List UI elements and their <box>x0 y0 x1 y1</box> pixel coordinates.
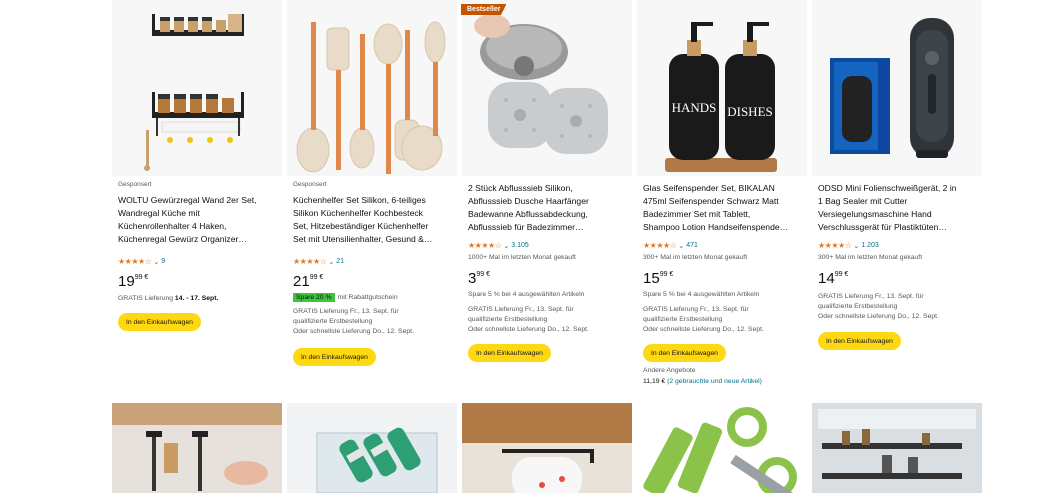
rating-count: 21 <box>336 258 345 265</box>
delivery-info: GRATIS Lieferung Fr., 13. Sept. für qual… <box>818 293 939 320</box>
product-image[interactable] <box>462 0 632 176</box>
product-title[interactable]: WOLTU Gewürzregal Wand 2er Set, Wandrega… <box>118 194 278 246</box>
star-rating-icon: ★★★★☆ <box>643 241 677 250</box>
save-offer[interactable]: Spare 5 % bei 4 ausgewählten Artikeln <box>643 290 805 300</box>
star-rating-icon: ★★★★☆ <box>468 241 502 250</box>
rating-count: 1.203 <box>861 242 879 249</box>
product-title[interactable]: Küchenhelfer Set Silikon, 6-teiliges Sil… <box>293 194 453 246</box>
product-card[interactable]: HANDS DISHES Glas Seifenspender Set, BIK… <box>637 0 807 400</box>
purchase-count: 1000+ Mal im letzten Monat gekauft <box>468 254 576 261</box>
rating-count: 9 <box>161 258 166 265</box>
sponsored-label[interactable]: Gesponsert <box>293 181 327 188</box>
star-rating-icon: ★★★★☆ <box>293 257 327 266</box>
star-rating-icon: ★★★★☆ <box>818 241 852 250</box>
price[interactable]: 1999 € <box>118 273 148 290</box>
rating[interactable]: ★★★★☆ ⌄ 21 <box>293 257 344 266</box>
product-card[interactable]: Bestseller 2 Stück Abflusssieb Silikon, <box>461 0 632 400</box>
product-image[interactable] <box>812 403 982 493</box>
coupon-badge: Spare 20 % <box>293 293 335 302</box>
product-image[interactable] <box>287 0 457 176</box>
coupon-text: mit Rabattgutschein <box>337 294 398 301</box>
price[interactable]: 399 € <box>468 270 490 287</box>
product-title[interactable]: ODSD Mini Folienschweißgerät, 2 in 1 Bag… <box>818 182 978 234</box>
save-offer[interactable]: Spare 5 % bei 4 ausgewählten Artikeln <box>468 290 630 300</box>
rating[interactable]: ★★★★☆ ⌄ 471 <box>643 241 698 250</box>
rating-count: 3.105 <box>511 242 529 249</box>
chevron-down-icon: ⌄ <box>503 242 510 250</box>
product-image[interactable] <box>112 403 282 493</box>
other-offers-label: Andere Angebote <box>643 367 696 374</box>
chevron-down-icon: ⌄ <box>853 242 860 250</box>
chevron-down-icon: ⌄ <box>678 242 685 250</box>
price[interactable]: 2199 € <box>293 273 323 290</box>
add-to-cart-button[interactable]: In den Einkaufswagen <box>643 344 726 362</box>
product-title[interactable]: 2 Stück Abflusssieb Silikon, Abflusssieb… <box>468 182 628 234</box>
star-rating-icon: ★★★★☆ <box>118 257 152 266</box>
product-card[interactable]: Gesponsert WOLTU Gewürzregal Wand 2er Se… <box>112 0 282 400</box>
price[interactable]: 1499 € <box>818 270 848 287</box>
sponsored-label[interactable]: Gesponsert <box>118 181 152 188</box>
purchase-count: 300+ Mal im letzten Monat gekauft <box>643 254 748 261</box>
delivery-info: GRATIS Lieferung Fr., 13. Sept. für qual… <box>468 306 589 333</box>
rating[interactable]: ★★★★☆ ⌄ 9 <box>118 257 165 266</box>
add-to-cart-button[interactable]: In den Einkaufswagen <box>293 348 376 366</box>
product-image[interactable] <box>112 0 282 176</box>
product-card[interactable]: ODSD Mini Folienschweißgerät, 2 in 1 Bag… <box>812 0 982 400</box>
price[interactable]: 1599 € <box>643 270 673 287</box>
delivery-info: GRATIS Lieferung Fr., 13. Sept. für qual… <box>643 306 764 333</box>
product-image[interactable] <box>287 403 457 493</box>
delivery-info: GRATIS Lieferung 14. - 17. Sept. <box>118 295 219 302</box>
other-offers-link[interactable]: 11,19 € (2 gebrauchte und neue Artikel) <box>643 378 762 385</box>
product-title[interactable]: Glas Seifenspender Set, BIKALAN 475ml Se… <box>643 182 803 234</box>
product-image[interactable] <box>637 403 807 493</box>
chevron-down-icon: ⌄ <box>153 258 160 266</box>
coupon-deal[interactable]: Spare 20 % mit Rabattgutschein <box>293 293 398 302</box>
bottle-label: DISHES <box>727 104 773 119</box>
add-to-cart-button[interactable]: In den Einkaufswagen <box>118 313 201 331</box>
rating[interactable]: ★★★★☆ ⌄ 1.203 <box>818 241 879 250</box>
add-to-cart-button[interactable]: In den Einkaufswagen <box>818 332 901 350</box>
rating-count: 471 <box>686 242 698 249</box>
product-image[interactable]: HANDS DISHES <box>637 0 807 176</box>
bestseller-badge: Bestseller <box>461 4 507 15</box>
add-to-cart-button[interactable]: In den Einkaufswagen <box>468 344 551 362</box>
product-image[interactable] <box>812 0 982 176</box>
delivery-info: GRATIS Lieferung Fr., 13. Sept. für qual… <box>293 308 414 335</box>
purchase-count: 300+ Mal im letzten Monat gekauft <box>818 254 923 261</box>
product-image[interactable] <box>462 403 632 493</box>
chevron-down-icon: ⌄ <box>328 258 335 266</box>
rating[interactable]: ★★★★☆ ⌄ 3.105 <box>468 241 529 250</box>
bottle-label: HANDS <box>672 100 717 115</box>
product-card[interactable]: Gesponsert Küchenhelfer Set Silikon, 6-t… <box>287 0 457 400</box>
